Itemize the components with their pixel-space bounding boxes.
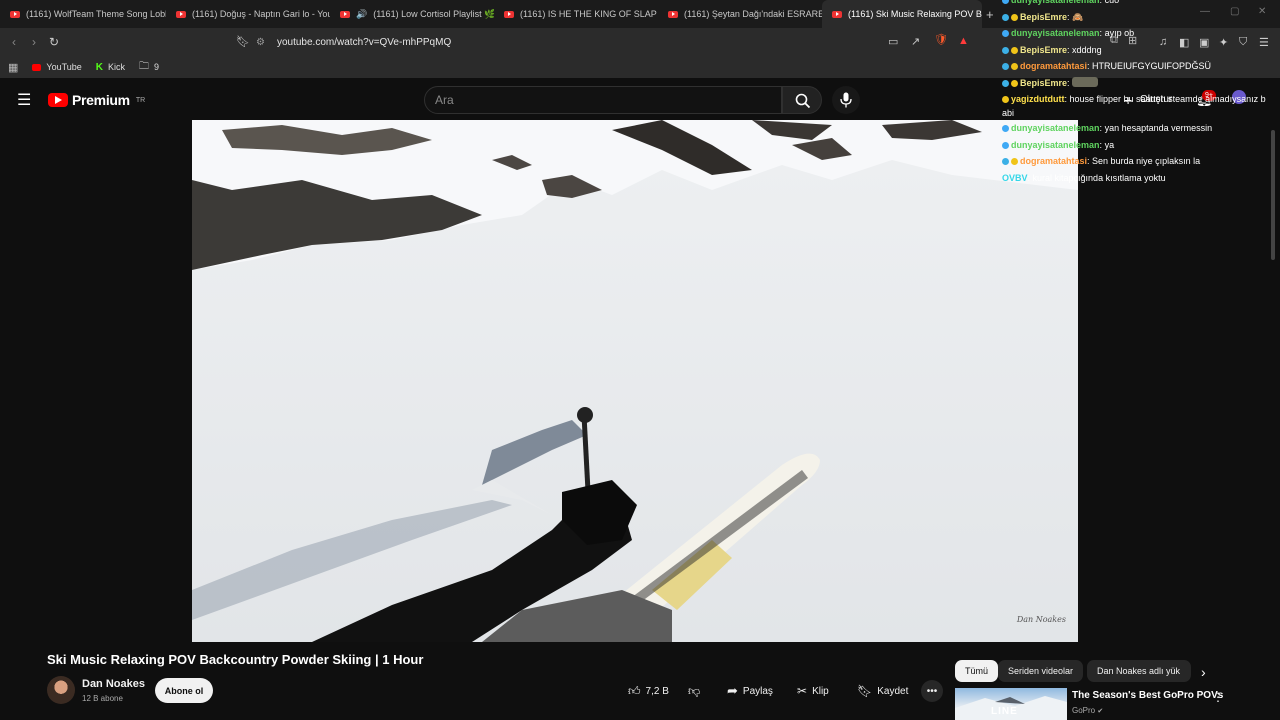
share-button[interactable]: ➦ Paylaş — [727, 680, 773, 702]
browser-tab-active[interactable]: (1161) Ski Music Relaxing POV B✕ — [822, 0, 982, 28]
chat-message: dunyayisataneleman: yan hesaptanda verme… — [1002, 120, 1280, 137]
search-input[interactable]: Ara — [424, 86, 782, 114]
thumbnail-text: LINE — [991, 706, 1018, 717]
subscriber-count: 12 B abone — [82, 694, 123, 703]
channel-avatar[interactable] — [47, 676, 75, 704]
recommended-title[interactable]: The Season's Best GoPro POVs — [1072, 690, 1223, 701]
rewards-icon[interactable]: ▲ — [958, 35, 969, 47]
youtube-favicon-icon — [340, 10, 350, 18]
youtube-premium-logo[interactable]: Premium TR — [48, 92, 145, 108]
recommended-channel: GoPro ✔ — [1072, 706, 1104, 715]
chip-all[interactable]: Tümü — [955, 660, 999, 682]
youtube-favicon-icon — [10, 10, 20, 18]
chat-message: BepisEmre: 🙈 — [1002, 9, 1280, 26]
more-vert-icon[interactable]: ⋮ — [1212, 690, 1224, 704]
chat-message: yagizdutdutt: house flipper bu saatten s… — [1002, 94, 1266, 118]
chat-badge-icon — [1002, 141, 1009, 149]
back-icon[interactable]: ‹ — [4, 35, 24, 49]
more-actions-button[interactable]: ••• — [921, 680, 943, 702]
cast-icon[interactable]: ▭ — [888, 35, 898, 48]
chat-message: dunyayisataneleman: ayıp ob — [1002, 25, 1280, 42]
browser-tab[interactable]: (1161) Şeytan Dağı'ndaki ESRARENG — [658, 0, 822, 28]
chat-badge-icon — [1002, 125, 1009, 132]
chat-badge-icon — [1002, 79, 1009, 87]
folder-icon: 🗀 — [139, 60, 150, 72]
scrollbar-thumb[interactable] — [1271, 130, 1275, 260]
chat-emote — [1072, 76, 1099, 87]
recommended-thumbnail[interactable]: LINE — [955, 688, 1067, 720]
video-watermark: Dan Noakes — [1016, 615, 1066, 624]
chat-badge-icon — [1011, 46, 1018, 54]
dislike-button[interactable]: 👎︎ — [688, 680, 700, 702]
brave-shields-icon[interactable]: 🛡︎ — [934, 33, 948, 46]
hamburger-menu-icon[interactable]: ☰ — [17, 90, 31, 110]
chat-badge-icon — [1002, 46, 1009, 54]
subscribe-button[interactable]: Abone ol — [155, 678, 213, 703]
search-button[interactable] — [782, 86, 822, 114]
browser-tab[interactable]: (1161) Doğuş - Naptın Gari lo - YouT — [166, 0, 330, 28]
apps-grid-icon[interactable]: ▦ — [8, 61, 18, 74]
share-icon: ➦ — [727, 683, 738, 698]
speaker-icon: 🔊 — [356, 8, 368, 19]
chat-badge-icon — [1002, 30, 1009, 37]
youtube-favicon-icon — [176, 10, 186, 18]
chat-badge-icon — [1011, 13, 1018, 21]
voice-search-button[interactable] — [832, 86, 860, 114]
bookmark-icon[interactable]: 🔖︎ — [236, 35, 250, 48]
scissors-icon: ✂ — [797, 684, 808, 698]
save-button[interactable]: 🔖︎ Kaydet — [857, 680, 908, 702]
url-text: youtube.com/watch?v=QVe-mhPPqMQ — [276, 36, 452, 48]
video-title: Ski Music Relaxing POV Backcountry Powde… — [47, 652, 424, 667]
reload-icon[interactable]: ↻ — [44, 35, 64, 49]
chat-badge-icon — [1002, 158, 1009, 165]
youtube-favicon-icon — [832, 10, 842, 18]
save-playlist-icon: 🔖︎ — [857, 684, 873, 698]
thumbs-up-icon: 👍︎ — [628, 683, 641, 698]
chat-message: BepisEmre: xdddng — [1002, 42, 1280, 59]
url-field[interactable]: ⚙︎ youtube.com/watch?v=QVe-mhPPqMQ — [256, 33, 976, 51]
chat-message: OVBV: kural kitapçığında kısıtlama yoktu — [1002, 172, 1166, 183]
verified-icon: ✔ — [1097, 708, 1104, 715]
youtube-favicon-icon — [504, 10, 514, 18]
chat-badge-icon — [1002, 96, 1009, 103]
browser-tab[interactable]: 🔊 (1161) Low Cortisol Playlist 🌿 — [330, 0, 494, 28]
forward-icon[interactable]: › — [24, 35, 44, 49]
video-player[interactable]: Dan Noakes — [192, 120, 1078, 642]
bookmark-youtube[interactable]: YouTube — [32, 62, 82, 72]
chevron-right-icon[interactable]: › — [1201, 664, 1206, 680]
search-icon — [795, 93, 811, 109]
more-icon: ••• — [926, 685, 938, 697]
chat-overlay: dunyayisataneleman: cuo BepisEmre: 🙈 dun… — [1002, 0, 1280, 190]
chip-channel-uploads[interactable]: Dan Noakes adlı yük — [1087, 660, 1191, 682]
like-button[interactable]: 👍︎ 7,2 B — [628, 680, 669, 702]
youtube-logo-icon — [48, 93, 68, 107]
chat-message: dunyayisataneleman: ya — [1002, 137, 1280, 154]
chat-message: BepisEmre: — [1002, 75, 1280, 92]
clip-button[interactable]: ✂ Klip — [797, 680, 829, 702]
bookmark-folder[interactable]: 🗀 9 — [139, 59, 159, 76]
chat-badge-icon — [1002, 63, 1009, 70]
chip-series-videos[interactable]: Seriden videolar — [998, 660, 1084, 682]
chat-message: dogramatahtasi: Sen burda niye çıplaksın… — [1002, 153, 1280, 170]
chat-badge-icon — [1011, 158, 1018, 165]
youtube-favicon-icon — [32, 63, 42, 71]
chat-badge-icon — [1011, 63, 1018, 70]
kick-logo-icon: K — [95, 61, 104, 73]
microphone-icon — [840, 92, 852, 108]
new-tab-button[interactable]: + — [982, 0, 1002, 28]
browser-tab[interactable]: (1161) IS HE THE KING OF SLAP FIGH — [494, 0, 658, 28]
channel-name[interactable]: Dan Noakes — [82, 678, 145, 690]
video-frame — [192, 120, 1078, 642]
bookmark-kick[interactable]: K Kick — [96, 62, 125, 73]
chat-badge-icon — [1002, 13, 1009, 21]
chat-badge-icon — [1011, 79, 1018, 87]
youtube-favicon-icon — [668, 10, 678, 18]
chat-message: dogramatahtasi: HTRUEIUFGYGUIFOPDĞSÜ — [1002, 58, 1280, 75]
browser-tab[interactable]: (1161) WolfTeam Theme Song Lobby — [0, 0, 166, 28]
chat-message: dunyayisataneleman: cuo — [1002, 0, 1280, 9]
share-page-icon[interactable]: ↗ — [911, 35, 920, 48]
thumbs-down-icon: 👎︎ — [688, 683, 701, 698]
chat-badge-icon — [1002, 0, 1009, 4]
site-settings-icon[interactable]: ⚙︎ — [256, 37, 265, 48]
